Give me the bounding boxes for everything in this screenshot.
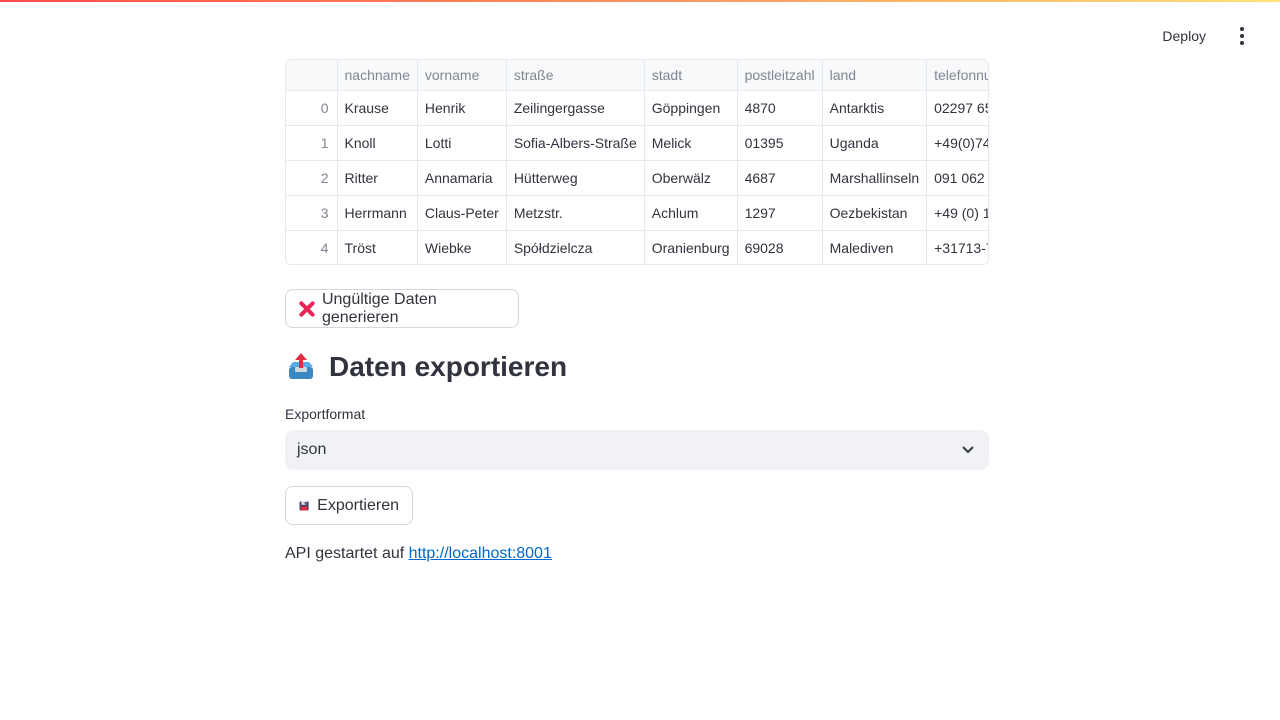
export-format-select[interactable]: json — [285, 430, 989, 470]
generate-invalid-data-button[interactable]: Ungültige Daten generieren — [285, 289, 519, 328]
app-header: Deploy — [1154, 20, 1280, 52]
table-cell[interactable]: Oberwälz — [644, 160, 738, 196]
table-cell[interactable]: Henrik — [417, 90, 507, 126]
floppy-disk-icon — [299, 500, 309, 511]
api-link[interactable]: http://localhost:8001 — [409, 545, 552, 562]
table-cell[interactable]: Tröst — [337, 230, 418, 264]
table-cell[interactable]: Antarktis — [822, 90, 928, 126]
row-index-cell: 1 — [286, 125, 338, 161]
table-cell[interactable]: Göppingen — [644, 90, 738, 126]
api-status-line: API gestartet auf http://localhost:8001 — [285, 545, 552, 563]
export-section-title: Daten exportieren — [329, 351, 568, 382]
table-cell[interactable]: Metzstr. — [506, 195, 645, 231]
table-cell[interactable]: Ritter — [337, 160, 418, 196]
column-header-strasse[interactable]: straße — [506, 60, 645, 91]
row-index-cell: 0 — [286, 90, 338, 126]
top-decoration-bar — [0, 0, 1280, 2]
table-cell[interactable]: Lotti — [417, 125, 507, 161]
table-cell[interactable]: Achlum — [644, 195, 738, 231]
table-cell[interactable]: Oezbekistan — [822, 195, 928, 231]
deploy-button[interactable]: Deploy — [1154, 22, 1214, 50]
row-index-cell: 3 — [286, 195, 338, 231]
table-header-row: nachname vorname straße stadt postleitza… — [286, 60, 988, 91]
row-index-cell: 2 — [286, 160, 338, 196]
table-cell[interactable]: +49 (0) 1917 7 — [926, 195, 988, 231]
table-cell[interactable]: 69028 — [737, 230, 823, 264]
table-cell[interactable]: Wiebke — [417, 230, 507, 264]
table-row: 0 Krause Henrik Zeilingergasse Göppingen… — [286, 90, 988, 126]
table-row: 4 Tröst Wiebke Spółdzielcza Oranienburg … — [286, 230, 988, 264]
export-format-label: Exportformat — [285, 406, 366, 422]
table-cell[interactable]: Hütterweg — [506, 160, 645, 196]
table-cell[interactable]: 091 062 01 92 — [926, 160, 988, 196]
kebab-menu-icon[interactable] — [1228, 20, 1256, 52]
cross-mark-icon — [299, 301, 314, 317]
row-index-cell: 4 — [286, 230, 338, 264]
export-button-label: Exportieren — [317, 496, 399, 514]
column-header-telefonnummer[interactable]: telefonnummer — [926, 60, 988, 91]
table-row: 1 Knoll Lotti Sofia-Albers-Straße Melick… — [286, 125, 988, 161]
api-status-text: API gestartet auf — [285, 545, 405, 562]
table-cell[interactable]: Marshallinseln — [822, 160, 928, 196]
table-cell[interactable]: Oranienburg — [644, 230, 738, 264]
data-table[interactable]: nachname vorname straße stadt postleitza… — [285, 59, 989, 265]
table-cell[interactable]: Melick — [644, 125, 738, 161]
outbox-tray-icon — [289, 353, 313, 379]
table-cell[interactable]: 02297 65766 — [926, 90, 988, 126]
table-cell[interactable]: 1297 — [737, 195, 823, 231]
table-cell[interactable]: +49(0)7432 00 — [926, 125, 988, 161]
column-header-vorname[interactable]: vorname — [417, 60, 507, 91]
table-cell[interactable]: Herrmann — [337, 195, 418, 231]
table-cell[interactable]: 4870 — [737, 90, 823, 126]
table-row: 3 Herrmann Claus-Peter Metzstr. Achlum 1… — [286, 195, 988, 231]
table-cell[interactable]: Sofia-Albers-Straße — [506, 125, 645, 161]
column-header-nachname[interactable]: nachname — [337, 60, 418, 91]
export-button[interactable]: Exportieren — [285, 486, 413, 525]
column-header-stadt[interactable]: stadt — [644, 60, 738, 91]
column-header-index[interactable] — [286, 60, 338, 91]
table-cell[interactable]: Knoll — [337, 125, 418, 161]
table-cell[interactable]: +31713-71052 — [926, 230, 988, 264]
table-cell[interactable]: 01395 — [737, 125, 823, 161]
table-cell[interactable]: Spółdzielcza — [506, 230, 645, 264]
table-cell[interactable]: Malediven — [822, 230, 928, 264]
table-row: 2 Ritter Annamaria Hütterweg Oberwälz 46… — [286, 160, 988, 196]
chevron-down-icon — [962, 446, 974, 453]
table-cell[interactable]: Zeilingergasse — [506, 90, 645, 126]
main-content: nachname vorname straße stadt postleitza… — [285, 59, 989, 562]
table-cell[interactable]: 4687 — [737, 160, 823, 196]
export-format-value: json — [297, 441, 327, 458]
table-cell[interactable]: Uganda — [822, 125, 928, 161]
table-cell[interactable]: Claus-Peter — [417, 195, 507, 231]
column-header-land[interactable]: land — [822, 60, 928, 91]
generate-invalid-data-label: Ungültige Daten generieren — [321, 290, 437, 326]
export-section-heading: Daten exportieren — [285, 351, 567, 383]
table-cell[interactable]: Annamaria — [417, 160, 507, 196]
table-cell[interactable]: Krause — [337, 90, 418, 126]
column-header-postleitzahl[interactable]: postleitzahl — [737, 60, 823, 91]
